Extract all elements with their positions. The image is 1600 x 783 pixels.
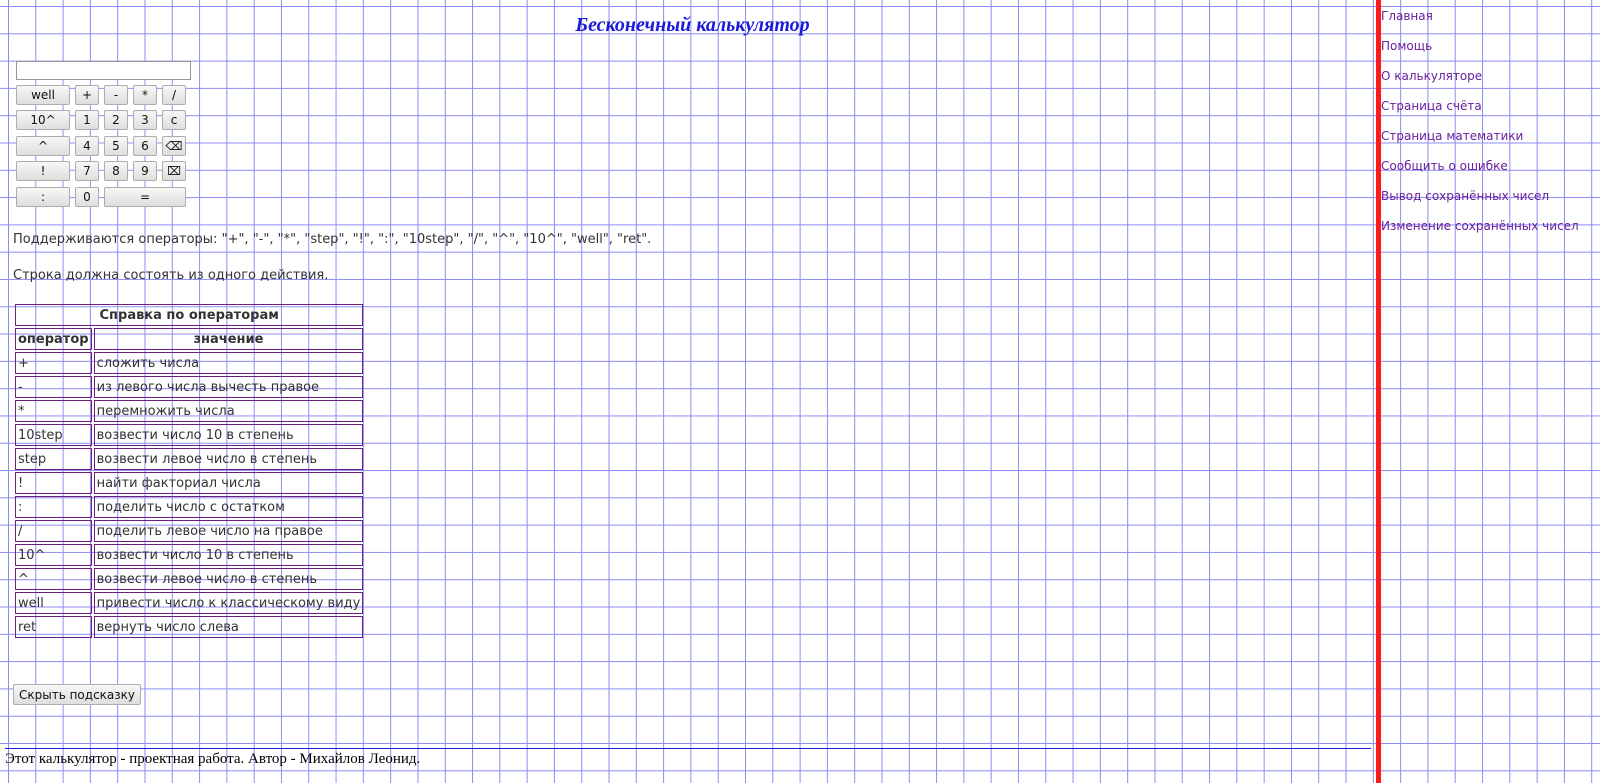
meaning-cell: из левого числа вычесть правое xyxy=(93,376,364,398)
factorial-button[interactable]: ! xyxy=(16,161,70,181)
digit-5-button[interactable]: 5 xyxy=(104,136,128,156)
digit-6-button[interactable]: 6 xyxy=(133,136,157,156)
meaning-cell: сложить числа xyxy=(93,352,364,374)
pow10-button[interactable]: 10^ xyxy=(16,110,70,130)
operator-cell: ^ xyxy=(15,568,92,590)
well-button[interactable]: well xyxy=(16,85,70,105)
operators-info: Поддерживаются операторы: "+", "-", "*",… xyxy=(13,232,652,247)
digit-7-button[interactable]: 7 xyxy=(75,161,99,181)
divide-button[interactable]: / xyxy=(162,85,186,105)
table-row: 10step возвести число 10 в степень xyxy=(15,424,364,446)
operator-cell: - xyxy=(15,376,92,398)
clear-all-icon[interactable]: ⌧ xyxy=(162,161,186,181)
meaning-cell: найти факториал числа xyxy=(93,472,364,494)
nav-link-saved-numbers[interactable]: Вывод сохранённых чисел xyxy=(1381,189,1549,203)
operator-cell: step xyxy=(15,448,92,470)
meaning-cell: перемножить числа xyxy=(93,400,364,422)
calculator-display[interactable] xyxy=(16,61,191,80)
column-header-operator: оператор xyxy=(15,328,92,350)
equals-button[interactable]: = xyxy=(104,187,186,207)
clear-button[interactable]: c xyxy=(162,110,186,130)
meaning-cell: возвести число 10 в степень xyxy=(93,424,364,446)
digit-4-button[interactable]: 4 xyxy=(75,136,99,156)
operator-cell: + xyxy=(15,352,92,374)
operator-cell: : xyxy=(15,496,92,518)
operator-cell: 10^ xyxy=(15,544,92,566)
digit-1-button[interactable]: 1 xyxy=(75,110,99,130)
table-row: well привести число к классическому виду xyxy=(15,592,364,614)
operator-cell: 10step xyxy=(15,424,92,446)
nav-link-math-page[interactable]: Страница математики xyxy=(1381,129,1523,143)
nav-link-help[interactable]: Помощь xyxy=(1381,39,1432,53)
operator-cell: well xyxy=(15,592,92,614)
meaning-cell: возвести число 10 в степень xyxy=(93,544,364,566)
operator-cell: / xyxy=(15,520,92,542)
table-row: 10^ возвести число 10 в степень xyxy=(15,544,364,566)
meaning-cell: поделить левое число на правое xyxy=(93,520,364,542)
operator-cell: ! xyxy=(15,472,92,494)
plus-button[interactable]: + xyxy=(75,85,99,105)
digit-8-button[interactable]: 8 xyxy=(104,161,128,181)
remainder-button[interactable]: : xyxy=(16,187,70,207)
operator-cell: ret xyxy=(15,616,92,638)
operator-cell: * xyxy=(15,400,92,422)
meaning-cell: вернуть число слева xyxy=(93,616,364,638)
nav-link-report-bug[interactable]: Сообщить о ошибке xyxy=(1381,159,1508,173)
table-row: / поделить левое число на правое xyxy=(15,520,364,542)
meaning-cell: привести число к классическому виду xyxy=(93,592,364,614)
table-caption: Справка по операторам xyxy=(15,304,364,326)
table-row: step возвести левое число в степень xyxy=(15,448,364,470)
nav-menu: Главная Помощь О калькуляторе Страница с… xyxy=(1381,5,1579,245)
digit-2-button[interactable]: 2 xyxy=(104,110,128,130)
footer-divider xyxy=(5,748,1371,749)
single-action-info: Строка должна состоять из одного действи… xyxy=(13,268,329,283)
multiply-button[interactable]: * xyxy=(133,85,157,105)
digit-9-button[interactable]: 9 xyxy=(133,161,157,181)
meaning-cell: возвести левое число в степень xyxy=(93,568,364,590)
nav-link-home[interactable]: Главная xyxy=(1381,9,1433,23)
table-row: ! найти факториал числа xyxy=(15,472,364,494)
page-title: Бесконечный калькулятор xyxy=(575,14,810,36)
table-row: * перемножить числа xyxy=(15,400,364,422)
table-row: : поделить число с остатком xyxy=(15,496,364,518)
backspace-icon[interactable]: ⌫ xyxy=(162,136,186,156)
nav-link-calc-page[interactable]: Страница счёта xyxy=(1381,99,1482,113)
operators-reference-table: Справка по операторам оператор значение … xyxy=(13,302,365,640)
column-header-meaning: значение xyxy=(93,328,364,350)
digit-3-button[interactable]: 3 xyxy=(133,110,157,130)
minus-button[interactable]: - xyxy=(104,85,128,105)
meaning-cell: поделить число с остатком xyxy=(93,496,364,518)
table-row: - из левого числа вычесть правое xyxy=(15,376,364,398)
nav-link-edit-saved[interactable]: Изменение сохранённых чисел xyxy=(1381,219,1579,233)
footer-text: Этот калькулятор - проектная работа. Авт… xyxy=(5,751,421,767)
nav-link-about[interactable]: О калькуляторе xyxy=(1381,69,1482,83)
table-row: ret вернуть число слева xyxy=(15,616,364,638)
meaning-cell: возвести левое число в степень xyxy=(93,448,364,470)
table-row: + сложить числа xyxy=(15,352,364,374)
hide-hint-button[interactable]: Скрыть подсказку xyxy=(13,684,141,705)
power-button[interactable]: ^ xyxy=(16,136,70,156)
table-row: ^ возвести левое число в степень xyxy=(15,568,364,590)
digit-0-button[interactable]: 0 xyxy=(75,187,99,207)
